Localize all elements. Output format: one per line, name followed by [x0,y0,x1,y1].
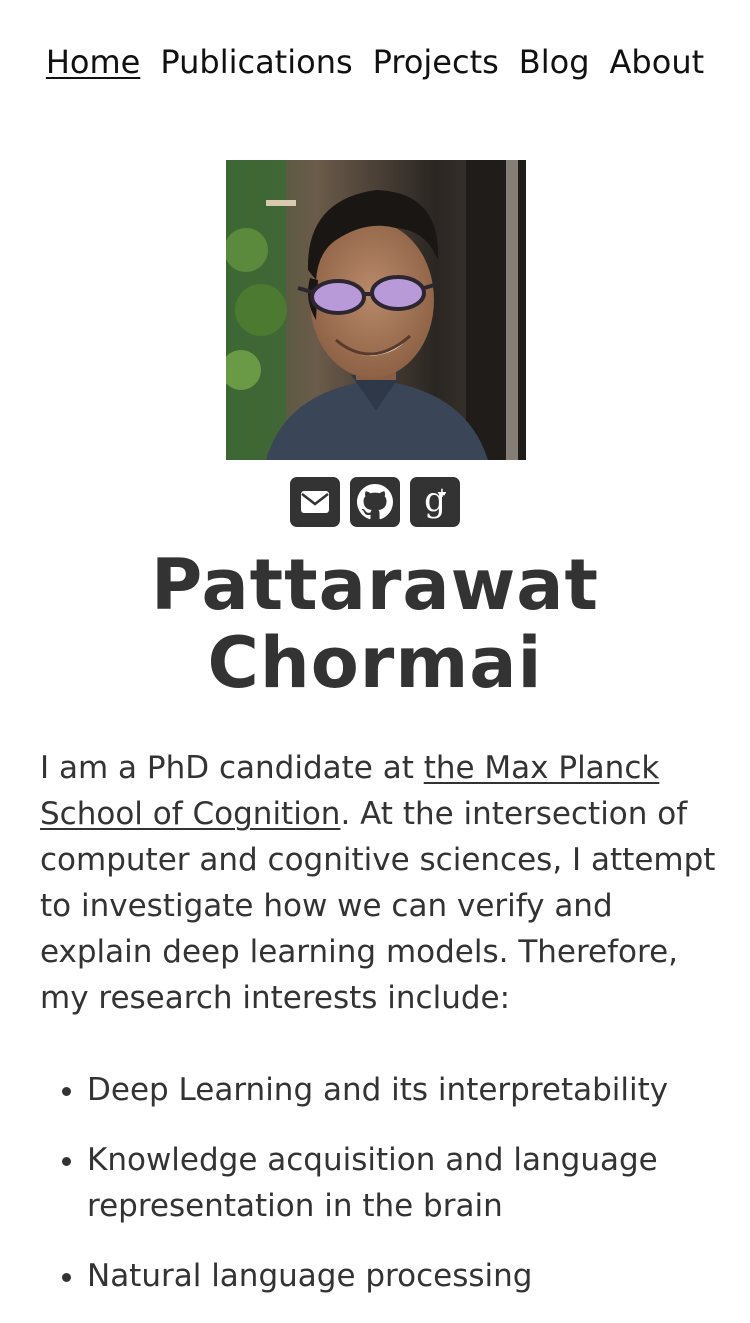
bio-intro: I am a PhD candidate at [40,750,424,786]
top-nav: Home Publications Projects Blog About [0,40,750,84]
name-last: Chormai [207,622,543,704]
list-item: Deep Learning and its interpretability [87,1067,720,1113]
nav-projects[interactable]: Projects [373,40,499,84]
list-item: Knowledge acquisition and language repre… [87,1137,720,1229]
google-scholar-link[interactable]: g + [410,477,460,527]
nav-blog[interactable]: Blog [519,40,590,84]
google-scholar-icon: g + [424,483,448,520]
nav-home[interactable]: Home [46,40,141,84]
bio-paragraph: I am a PhD candidate at the Max Planck S… [40,745,720,1021]
nav-about[interactable]: About [610,40,705,84]
page-title: Pattarawat Chormai [0,546,750,702]
svg-text:+: + [437,486,448,501]
social-links: g + [0,477,750,527]
name-first: Pattarawat [151,544,599,626]
github-link[interactable] [350,477,400,527]
nav-publications[interactable]: Publications [160,40,352,84]
profile-photo-illustration [226,160,526,460]
research-interests-list: Deep Learning and its interpretability K… [40,1067,720,1323]
email-link[interactable] [290,477,340,527]
github-icon [357,484,393,520]
envelope-icon [301,491,329,513]
list-item: Natural language processing [87,1253,720,1299]
profile-photo [226,160,526,460]
